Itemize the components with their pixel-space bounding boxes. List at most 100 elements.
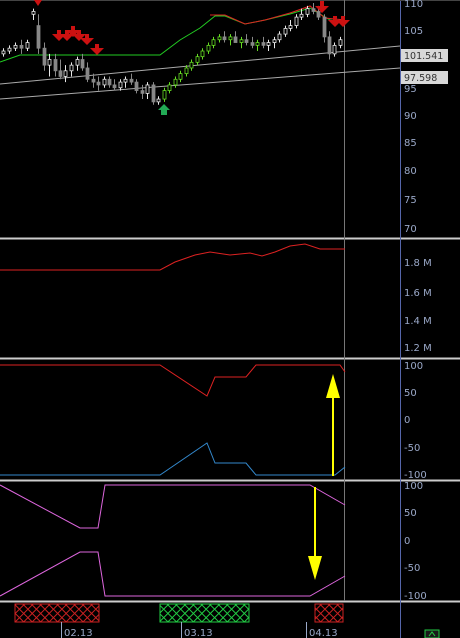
price-tick: 110: [404, 0, 423, 10]
oscillator1-blue-line[interactable]: [0, 442, 346, 476]
candle-body[interactable]: [338, 39, 343, 46]
oscillator2-tick: 0: [404, 536, 410, 547]
candle-body[interactable]: [277, 33, 282, 41]
oscillator1-tick: -100: [404, 470, 427, 481]
scroll-button[interactable]: [424, 629, 440, 638]
candle-body[interactable]: [228, 36, 233, 41]
oscillator1-axis: 100 50 0 -50 -100: [404, 361, 427, 481]
candle-body[interactable]: [80, 59, 85, 69]
bear-zone[interactable]: [14, 603, 100, 623]
candle-body[interactable]: [75, 59, 80, 66]
candle-body[interactable]: [151, 84, 156, 103]
candle-body[interactable]: [85, 67, 90, 80]
candle-body[interactable]: [58, 70, 63, 77]
candle-body[interactable]: [239, 39, 244, 43]
price-tick: 80: [404, 166, 417, 177]
candle-body[interactable]: [233, 36, 238, 43]
candle-body[interactable]: [42, 47, 47, 66]
oscillator1-red-line[interactable]: [0, 364, 346, 397]
green-band-line: [0, 7, 346, 63]
bear-zone[interactable]: [314, 603, 344, 623]
candle-body[interactable]: [294, 16, 299, 27]
candle-body[interactable]: [173, 78, 178, 86]
candle-body[interactable]: [261, 42, 266, 46]
oscillator1-panel[interactable]: 100 50 0 -50 -100: [0, 361, 427, 481]
candle-body[interactable]: [244, 39, 249, 43]
candle-body[interactable]: [211, 39, 216, 46]
candle-body[interactable]: [184, 67, 189, 75]
candle-body[interactable]: [217, 36, 222, 41]
oscillator2-lower-line[interactable]: [0, 551, 346, 597]
candle-body[interactable]: [189, 61, 194, 69]
candle-body[interactable]: [107, 78, 112, 86]
candle-body[interactable]: [123, 78, 128, 83]
oscillator2-tick: -100: [404, 591, 427, 602]
volume-line[interactable]: [0, 243, 345, 271]
bull-zone[interactable]: [159, 603, 250, 623]
candle-body[interactable]: [283, 28, 288, 35]
candle-body[interactable]: [206, 44, 211, 52]
price-tick: 95: [404, 84, 417, 95]
candle-body[interactable]: [322, 16, 327, 38]
volume-tick: 1.2 M: [404, 343, 432, 354]
candle-body[interactable]: [1, 50, 6, 55]
zone-strip: [14, 603, 344, 623]
volume-tick: 1.4 M: [404, 316, 432, 327]
candle-body[interactable]: [63, 70, 68, 77]
candle-body[interactable]: [305, 8, 310, 15]
arrow-up-icon: [326, 374, 340, 476]
candle-body[interactable]: [53, 59, 58, 72]
volume-axis: 1.8 M 1.6 M 1.4 M 1.2 M: [404, 258, 432, 354]
candle-body[interactable]: [200, 50, 205, 58]
candle-body[interactable]: [272, 39, 277, 43]
oscillator2-upper-line[interactable]: [0, 484, 346, 529]
oscillator2-tick: 100: [404, 481, 423, 492]
price-tick: 85: [404, 138, 417, 149]
candle-body[interactable]: [288, 25, 293, 29]
oscillator1-tick: -50: [404, 443, 420, 454]
arrow-down-icon: [308, 487, 322, 580]
candle-body[interactable]: [266, 42, 271, 46]
candle-body[interactable]: [316, 11, 321, 18]
candle-body[interactable]: [327, 36, 332, 55]
price-tick: 90: [404, 111, 417, 122]
candle-body[interactable]: [31, 11, 36, 15]
candle-body[interactable]: [255, 42, 260, 46]
oscillator2-tick: -50: [404, 563, 420, 574]
candle-body[interactable]: [140, 90, 145, 94]
candle-body[interactable]: [178, 73, 183, 80]
candle-body[interactable]: [25, 42, 30, 49]
candle-body[interactable]: [195, 56, 200, 63]
candle-body[interactable]: [13, 44, 18, 49]
price-tick: 105: [404, 26, 423, 37]
candle-body[interactable]: [102, 78, 107, 86]
candle-body[interactable]: [69, 64, 74, 72]
candle-body[interactable]: [332, 44, 337, 55]
candle-body[interactable]: [311, 8, 316, 12]
price-panel[interactable]: 110 105 95 90 85 80 75 70 101.541 97.598: [0, 0, 448, 235]
candle-body[interactable]: [96, 81, 101, 86]
candle-body[interactable]: [118, 81, 123, 89]
oscillator2-panel[interactable]: 100 50 0 -50 -100: [0, 481, 427, 602]
trading-chart[interactable]: 110 105 95 90 85 80 75 70 101.541 97.598…: [0, 0, 460, 638]
candle-body[interactable]: [91, 78, 96, 83]
candlesticks[interactable]: [1, 3, 343, 105]
candle-body[interactable]: [47, 59, 52, 66]
candle-body[interactable]: [156, 98, 161, 103]
candle-body[interactable]: [162, 90, 167, 100]
candle-body[interactable]: [222, 36, 227, 41]
candle-body[interactable]: [145, 84, 150, 94]
candle-body[interactable]: [167, 84, 172, 91]
candle-body[interactable]: [36, 25, 41, 49]
volume-tick: 1.8 M: [404, 258, 432, 269]
candle-body[interactable]: [7, 47, 12, 52]
candle-body[interactable]: [112, 84, 117, 89]
candle-body[interactable]: [134, 81, 139, 91]
date-label: 02.13: [64, 628, 93, 638]
candle-body[interactable]: [19, 44, 24, 49]
candle-body[interactable]: [129, 78, 134, 83]
volume-panel[interactable]: 1.8 M 1.6 M 1.4 M 1.2 M: [0, 243, 432, 354]
date-label: 03.13: [184, 628, 213, 638]
candle-body[interactable]: [250, 42, 255, 46]
candle-body[interactable]: [299, 13, 304, 18]
